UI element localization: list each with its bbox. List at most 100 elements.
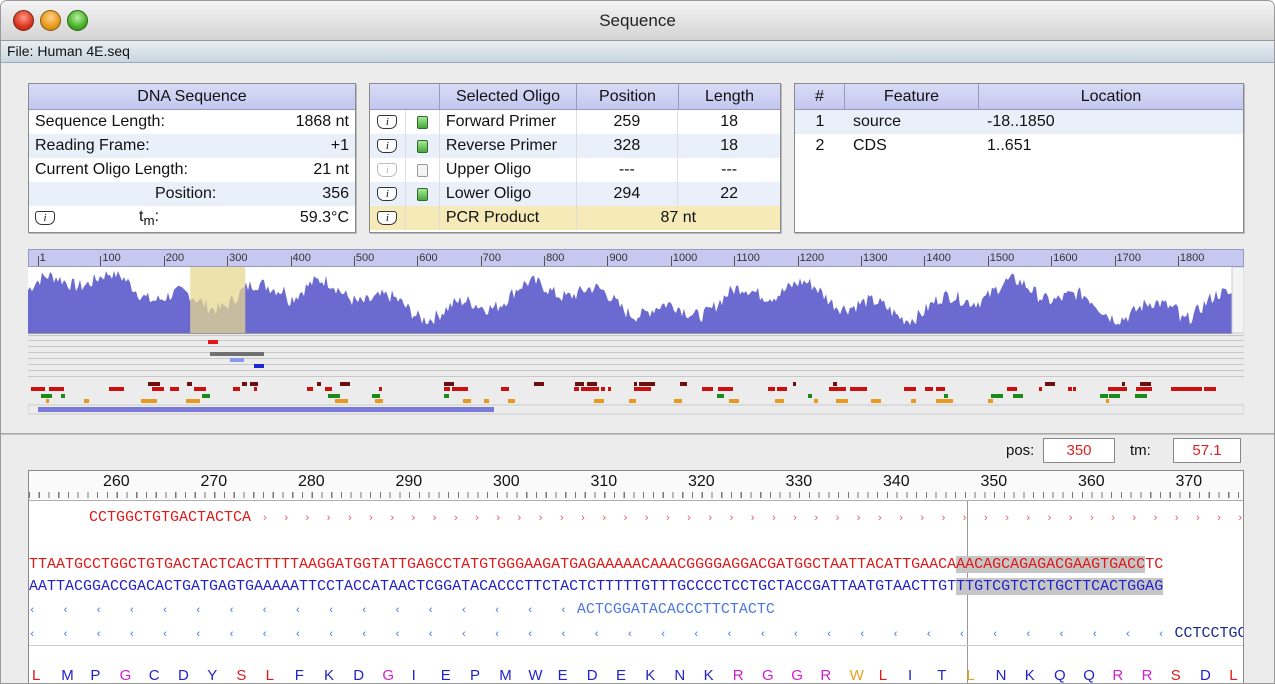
lower-checkbox[interactable] <box>416 187 428 201</box>
feature-header-location[interactable]: Location <box>979 84 1243 109</box>
oligo-header-length[interactable]: Length <box>679 84 780 109</box>
oligo-position: --- <box>577 158 679 182</box>
oligo-row-lower[interactable]: i Lower Oligo 294 22 <box>370 182 780 206</box>
tm-row: i tm: 59.3°C <box>29 206 355 230</box>
site-mark <box>372 394 380 398</box>
site-mark <box>718 387 729 391</box>
overview-tick-label: 200 <box>163 252 185 266</box>
forward-checkbox[interactable] <box>416 115 428 129</box>
feature-row[interactable]: 1 source -18..1850 <box>795 110 1243 134</box>
site-mark <box>325 387 332 391</box>
site-mark <box>338 399 348 403</box>
sequence-tick-label: 320 <box>688 473 715 490</box>
pcr-info-icon[interactable]: i <box>377 211 398 225</box>
site-mark <box>1195 387 1198 391</box>
sequence-length-row: Sequence Length: 1868 nt <box>29 110 355 134</box>
oligo-position: 328 <box>577 134 679 158</box>
oligo-position: 259 <box>577 110 679 134</box>
bottom-strand[interactable]: AATTACGGACCGACACTGATGAGTGAAAAATTCCTACCAT… <box>29 578 1164 595</box>
overview-tick-label: 800 <box>544 252 565 266</box>
amino-acid-translation[interactable]: LMPGCDYSLFKDGIEPMWEDEKNKRGGRWLITLNKQQRRS… <box>29 667 1243 684</box>
amino-acid: M <box>61 667 74 684</box>
site-mark <box>1039 387 1042 391</box>
amino-acid: L <box>1229 667 1238 684</box>
track-line <box>28 346 1244 347</box>
site-mark <box>629 399 636 403</box>
site-mark <box>833 382 837 386</box>
reverse-primer-line[interactable]: ‹ ‹ ‹ ‹ ‹ ‹ ‹ ‹ ‹ ‹ ‹ ‹ ‹ ‹ ‹ ‹ ‹ ‹ ‹ ‹ … <box>29 625 1243 642</box>
oligo-length-row: Current Oligo Length: 21 nt <box>29 158 355 182</box>
overview-tick-label: 1800 <box>1177 252 1205 266</box>
sequence-tick-label: 340 <box>883 473 910 490</box>
lower-oligo-mark[interactable] <box>230 358 244 362</box>
amino-acid: T <box>937 667 947 684</box>
overview-tick-label: 500 <box>353 252 375 266</box>
tm-info-icon[interactable]: i <box>35 211 55 225</box>
track-line <box>28 370 1244 371</box>
site-mark <box>575 382 584 386</box>
amino-acid: F <box>294 667 304 684</box>
site-mark <box>596 399 604 403</box>
bottom-strand-selection: TTGTCGTCTCTGCTTCACTGGAG <box>956 578 1164 595</box>
reverse-checkbox[interactable] <box>416 139 428 153</box>
pcr-product-row[interactable]: i PCR Product 87 nt <box>370 206 780 230</box>
upper-checkbox[interactable] <box>416 163 428 177</box>
oligo-panel: Selected Oligo Position Length i Forward… <box>369 83 781 233</box>
pcr-product-name: PCR Product <box>440 206 577 230</box>
lower-info-icon[interactable]: i <box>377 187 398 201</box>
site-mark <box>717 394 724 398</box>
sequence-overview-map[interactable]: 1 100 200 300 400 500 600 700 800 900 1000 1100 1200… <box>28 249 1244 419</box>
oligo-header-name[interactable]: Selected Oligo <box>440 84 577 109</box>
site-mark <box>639 387 651 391</box>
reading-frame-value: +1 <box>330 137 349 154</box>
amino-acid: I <box>908 667 913 684</box>
forward-primer-line[interactable]: CCTGGCTGTGACTACTCA › › › › › › › › › › ›… <box>89 509 1243 526</box>
oligo-row-forward[interactable]: i Forward Primer 259 18 <box>370 110 780 134</box>
overview-tick-label: 100 <box>100 252 121 266</box>
oligo-row-reverse[interactable]: i Reverse Primer 328 18 <box>370 134 780 158</box>
site-mark <box>1187 387 1191 391</box>
oligo-row-upper[interactable]: i Upper Oligo --- --- <box>370 158 780 182</box>
oligo-name: Reverse Primer <box>440 134 577 158</box>
lower-oligo-line[interactable]: ‹ ‹ ‹ ‹ ‹ ‹ ‹ ‹ ‹ ‹ ‹ ‹ ‹ ‹ ‹ ‹ ‹ACTCGGA… <box>29 601 775 618</box>
site-mark <box>634 382 637 386</box>
pcr-region-highlight[interactable] <box>190 267 246 333</box>
cds-bar[interactable] <box>38 407 494 412</box>
site-mark <box>1013 394 1023 398</box>
overview-graph[interactable] <box>28 267 1244 427</box>
reverse-info-icon[interactable]: i <box>377 139 398 153</box>
oligo-header-spacer <box>370 84 440 109</box>
site-mark <box>242 382 247 386</box>
amino-acid: N <box>674 667 686 684</box>
pane-divider[interactable] <box>1 433 1274 435</box>
feature-row[interactable]: 2 CDS 1..651 <box>795 134 1243 158</box>
site-mark <box>1007 387 1017 391</box>
amino-acid: L <box>878 667 888 684</box>
forward-info-icon[interactable]: i <box>377 115 398 129</box>
overview-tick-label: 1600 <box>1051 252 1078 266</box>
reverse-primer-mark[interactable] <box>254 364 264 368</box>
amino-acid: N <box>995 667 1007 684</box>
site-mark <box>674 399 682 403</box>
site-mark <box>1174 387 1186 391</box>
reading-frame-row: Reading Frame: +1 <box>29 134 355 158</box>
sequence-detail-view[interactable]: 260 270 280 290 300 310 320 330 340 350 360 370 CCT… <box>28 470 1244 684</box>
feature-header-feature[interactable]: Feature <box>845 84 979 109</box>
feature-num: 1 <box>815 113 825 130</box>
amino-acid: D <box>353 667 365 684</box>
site-mark <box>46 399 49 403</box>
feature-header-num[interactable]: # <box>795 84 845 109</box>
forward-primer-mark[interactable] <box>208 340 218 344</box>
oligo-header-position[interactable]: Position <box>577 84 679 109</box>
position-row: Position: 356 <box>29 182 355 206</box>
amino-acid: W <box>849 667 864 684</box>
lower-oligo-arrows: ‹ ‹ ‹ ‹ ‹ ‹ ‹ ‹ ‹ ‹ ‹ ‹ ‹ ‹ ‹ ‹ ‹ <box>29 605 577 617</box>
profile-scrollbar[interactable] <box>1231 267 1244 334</box>
upper-info-icon: i <box>377 163 398 177</box>
top-strand[interactable]: TTAATGCCTGGCTGTGACTACTCACTTTTTAAGGATGGTA… <box>29 556 1163 573</box>
site-mark <box>639 382 651 386</box>
pcr-product-mark[interactable] <box>210 352 264 356</box>
tm-readout-label: tm: <box>1130 442 1151 459</box>
site-mark <box>145 399 157 403</box>
site-mark <box>186 399 195 403</box>
